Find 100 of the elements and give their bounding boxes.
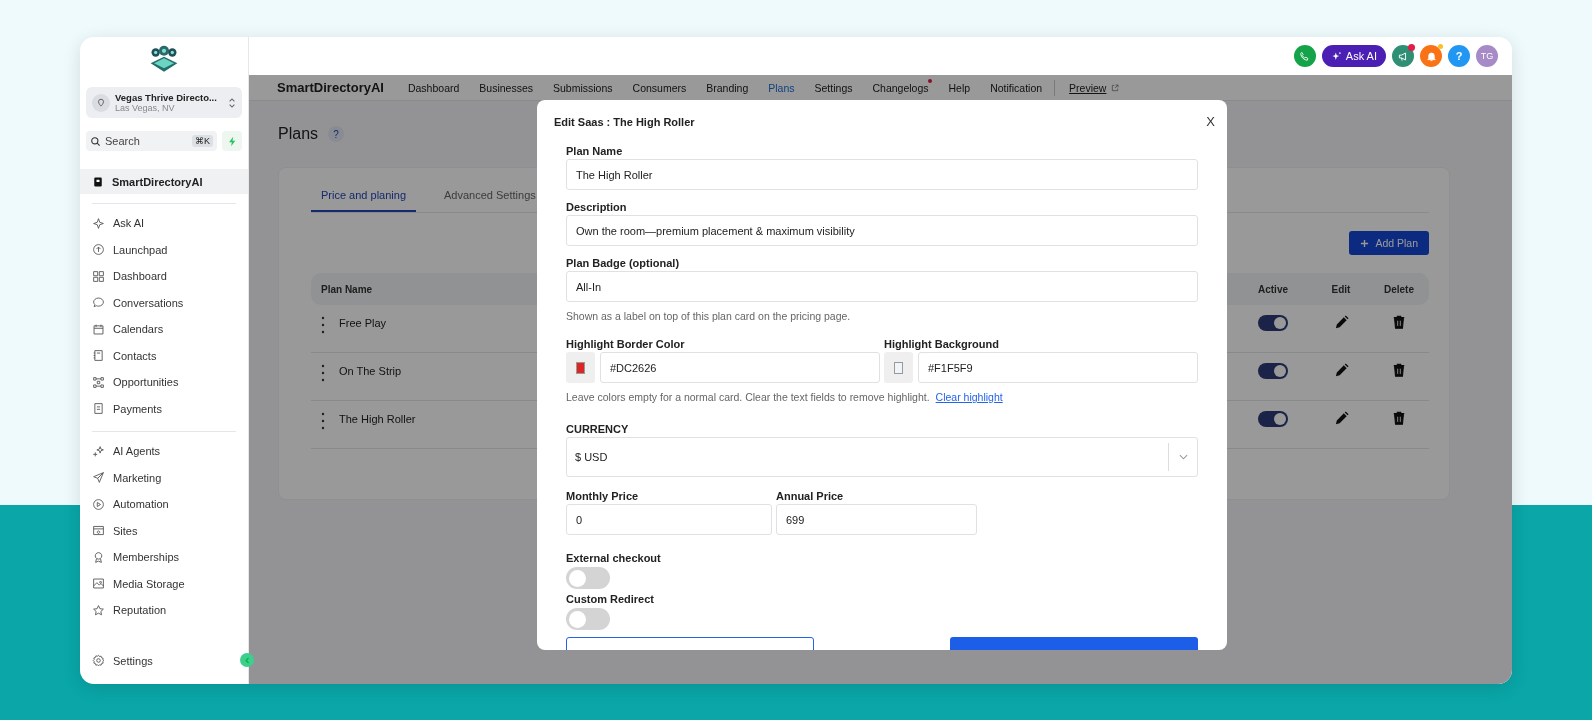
- sparkle-icon: [92, 216, 105, 230]
- field-label: Plan Name: [566, 145, 624, 157]
- field-hint: Shown as a label on top of this plan card on the pricing page.: [566, 310, 852, 322]
- column-header: Plan Name: [321, 283, 373, 295]
- sidebar-item[interactable]: Launchpad: [80, 236, 248, 263]
- field-label: Custom Redirect: [566, 593, 656, 605]
- account-switcher[interactable]: Vegas Thrive Directo... Las Vegas, NV: [86, 87, 242, 118]
- plan-badge-field[interactable]: All-In: [566, 271, 1198, 302]
- pencil-icon[interactable]: [1333, 315, 1349, 330]
- field-label: Annual Price: [776, 490, 845, 502]
- active-toggle[interactable]: [1258, 315, 1288, 331]
- nav-tab[interactable]: Settings: [814, 81, 853, 94]
- chat-bubble-icon: [92, 296, 105, 310]
- network-icon: [92, 375, 105, 389]
- nav-tab[interactable]: Dashboard: [407, 81, 460, 94]
- color-hex-field[interactable]: #F1F5F9: [918, 352, 1198, 383]
- nav-tab[interactable]: Changelogs: [872, 81, 929, 94]
- sidebar-item[interactable]: Payments: [80, 395, 248, 422]
- sidebar-item[interactable]: Sites: [80, 517, 248, 544]
- field-label: External checkout: [566, 552, 662, 564]
- sidebar-item[interactable]: Automation: [80, 491, 248, 518]
- preview-link[interactable]: Preview: [1069, 81, 1107, 94]
- toggle-switch[interactable]: [566, 567, 610, 589]
- pencil-icon[interactable]: [1333, 363, 1349, 378]
- field-label: Description: [566, 201, 628, 213]
- phone-button[interactable]: [1293, 45, 1316, 67]
- drag-handle-icon[interactable]: [321, 363, 325, 383]
- chevron-updown-icon: [228, 96, 236, 109]
- currency-dropdown[interactable]: $ USD: [566, 437, 1198, 477]
- plan-name: The High Roller: [339, 412, 416, 425]
- color-hex-field[interactable]: #DC2626: [600, 352, 880, 383]
- notifications-button[interactable]: [1420, 45, 1442, 67]
- sidebar-item[interactable]: Marketing: [80, 464, 248, 491]
- nav-tab[interactable]: Help: [948, 81, 971, 94]
- trash-icon[interactable]: [1392, 411, 1406, 425]
- field-label: Highlight Border Color: [566, 338, 686, 350]
- active-toggle[interactable]: [1258, 411, 1288, 427]
- star-icon: [92, 603, 105, 617]
- ask-ai-button[interactable]: Ask AI: [1321, 45, 1386, 67]
- sidebar-item[interactable]: SmartDirectoryAI: [80, 169, 248, 194]
- field-label: Plan Badge (optional): [566, 257, 681, 269]
- sidebar-item[interactable]: AI Agents: [80, 438, 248, 465]
- trash-icon[interactable]: [1392, 363, 1406, 377]
- field-label: Highlight Background: [884, 338, 1000, 350]
- chevron-down-icon: [1179, 454, 1188, 460]
- help-badge[interactable]: ?: [328, 126, 345, 142]
- collapse-handle[interactable]: [240, 653, 254, 667]
- pencil-icon[interactable]: [1333, 411, 1349, 426]
- color-picker-button[interactable]: [884, 352, 913, 383]
- monthly-price-field[interactable]: 0: [566, 504, 772, 535]
- nav-tab[interactable]: Branding: [706, 81, 749, 94]
- page-title: Plans: [278, 125, 319, 143]
- calendar-icon: [92, 322, 105, 336]
- nav-tab[interactable]: Submissions: [553, 81, 613, 94]
- close-button[interactable]: X: [1206, 114, 1215, 129]
- description-field[interactable]: Own the room—premium placement & maximum visibility: [566, 215, 1198, 246]
- sidebar-item[interactable]: Conversations: [80, 289, 248, 316]
- nav-tab[interactable]: Notification: [990, 81, 1043, 94]
- sidebar-item[interactable]: Ask AI: [80, 210, 248, 237]
- contact-book-icon: [92, 349, 105, 363]
- nav-tab[interactable]: Plans: [768, 81, 795, 94]
- search-icon: [90, 135, 101, 147]
- dialog-title: Edit Saas : The High Roller: [554, 115, 695, 128]
- sidebar-item[interactable]: Dashboard: [80, 263, 248, 290]
- gear-icon: [92, 654, 105, 668]
- image-icon: [92, 577, 105, 591]
- nav-tab[interactable]: Consumers: [632, 81, 687, 94]
- sidebar-item[interactable]: Contacts: [80, 342, 248, 369]
- search-field[interactable]: Search ⌘K: [86, 131, 217, 151]
- nav-tab[interactable]: Businesses: [479, 81, 533, 94]
- shortcut-hint: ⌘K: [192, 135, 213, 147]
- sidebar-item[interactable]: Reputation: [80, 597, 248, 624]
- tab[interactable]: Price and planing: [311, 185, 416, 212]
- sparkle-plus-icon: [92, 444, 105, 458]
- megaphone-icon: [1397, 50, 1409, 62]
- column-header: Delete: [1383, 283, 1415, 295]
- sidebar-item[interactable]: Media Storage: [80, 570, 248, 597]
- announcements-button[interactable]: [1392, 45, 1414, 67]
- sidebar-item[interactable]: Opportunities: [80, 369, 248, 396]
- drag-handle-icon[interactable]: [321, 411, 325, 431]
- receipt-icon: [92, 402, 105, 416]
- location-pin-icon: [92, 93, 110, 112]
- sidebar-item[interactable]: Calendars: [80, 316, 248, 343]
- toggle-switch[interactable]: [566, 608, 610, 630]
- plan-name: Free Play: [339, 316, 387, 329]
- annual-price-field[interactable]: 699: [776, 504, 977, 535]
- drag-handle-icon[interactable]: [321, 315, 325, 335]
- active-toggle[interactable]: [1258, 363, 1288, 379]
- color-picker-button[interactable]: [566, 352, 595, 383]
- app-title: SmartDirectoryAI: [277, 80, 384, 95]
- browser-window-icon: [92, 524, 105, 538]
- search-input[interactable]: Search: [105, 135, 175, 147]
- sidebar-item[interactable]: Settings: [80, 647, 173, 674]
- sidebar-item[interactable]: Memberships: [80, 544, 248, 571]
- notification-dot: [1408, 44, 1415, 51]
- trash-icon[interactable]: [1392, 315, 1406, 329]
- column-header: Active: [1257, 283, 1289, 295]
- plan-name-field[interactable]: The High Roller: [566, 159, 1198, 190]
- clear-highlight-link[interactable]: Clear highlight: [935, 391, 1003, 403]
- add-plan-button[interactable]: Add Plan: [1349, 231, 1429, 255]
